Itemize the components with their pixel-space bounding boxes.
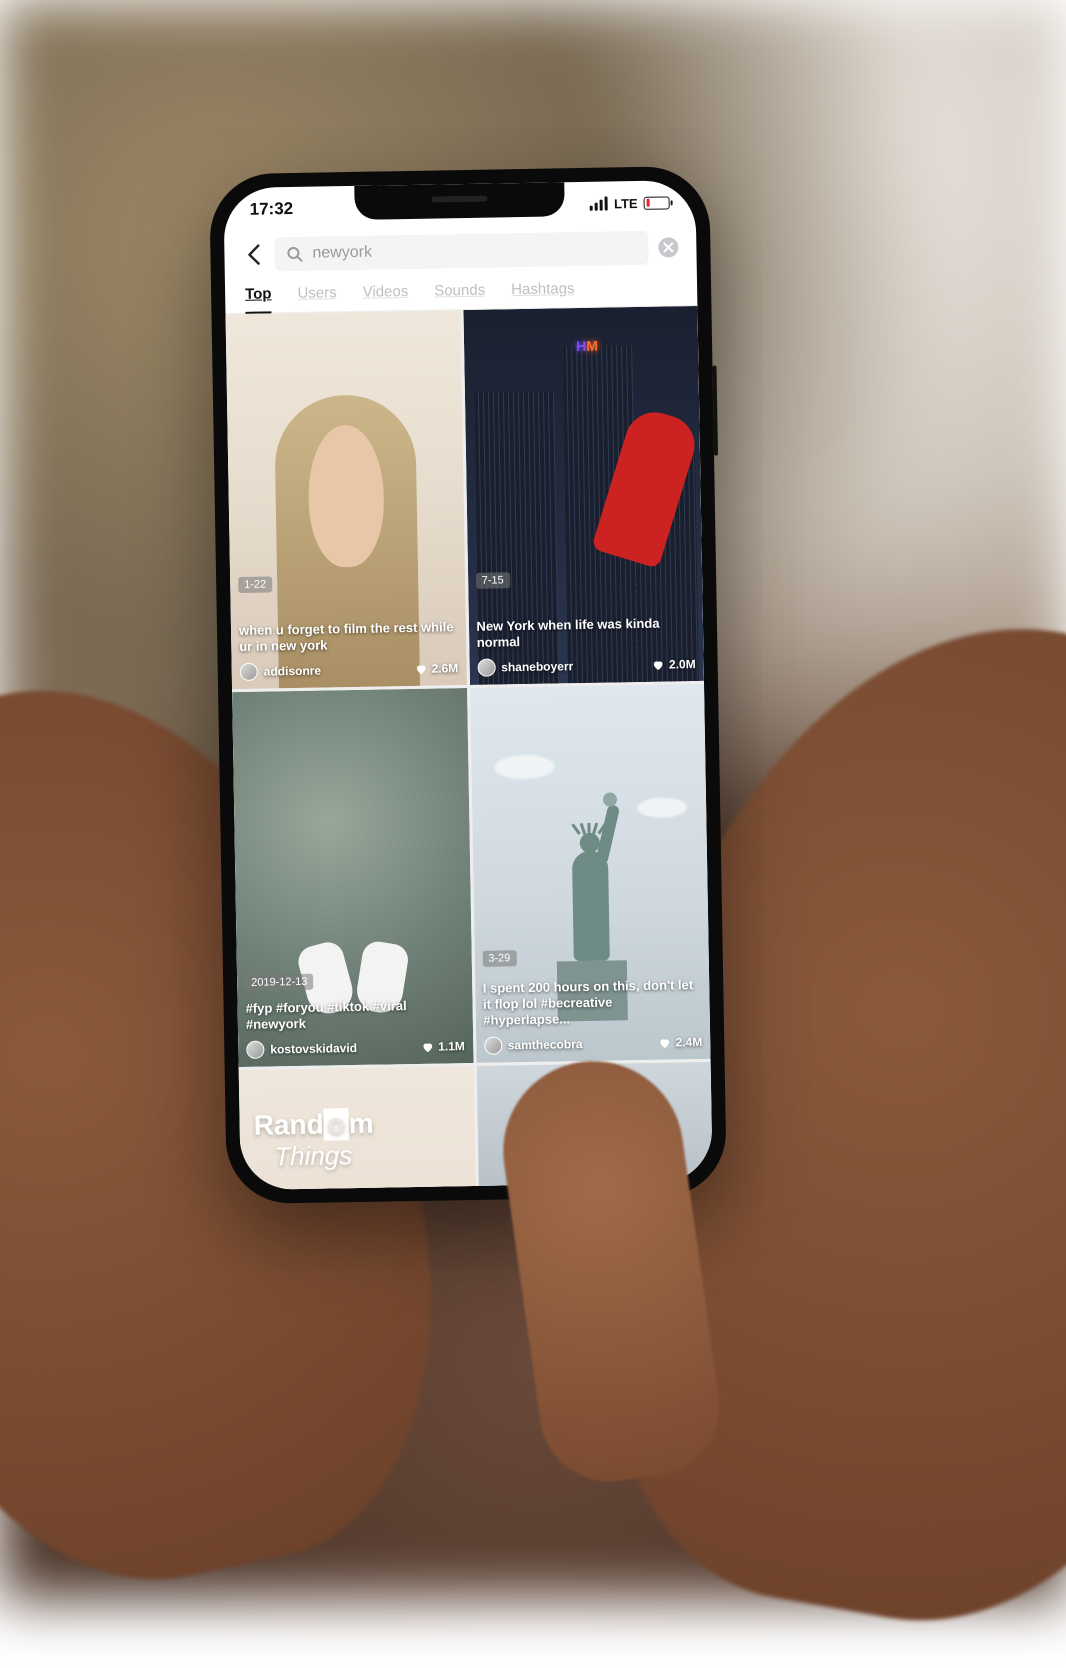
clear-search-button[interactable] <box>658 237 678 257</box>
date-badge: 2019-12-13 <box>245 974 314 991</box>
search-field[interactable] <box>274 231 649 272</box>
like-count: 2.4M <box>658 1035 702 1050</box>
phone-screen: 17:32 LTE Top Users Videos Sounds <box>223 180 712 1190</box>
video-author[interactable]: shaneboyerr <box>477 657 573 677</box>
username: shaneboyerr <box>501 659 573 674</box>
video-author[interactable]: kostovskidavid <box>246 1039 357 1059</box>
status-time: 17:32 <box>249 199 293 220</box>
video-caption: when u forget to film the rest while ur … <box>239 619 458 655</box>
date-badge: 3-29 <box>482 951 516 968</box>
search-row <box>224 224 697 282</box>
video-card[interactable]: 2019-12-13 #fyp #foryou #tiktok #viral #… <box>232 688 473 1067</box>
heart-icon <box>652 658 665 671</box>
heart-icon <box>658 1036 671 1049</box>
back-button[interactable] <box>242 243 264 265</box>
avatar <box>477 659 495 677</box>
username: addisonre <box>264 664 322 679</box>
heart-icon <box>421 1041 434 1054</box>
video-card[interactable]: 1-22 when u forget to film the rest whil… <box>225 310 466 689</box>
like-count: 1.1M <box>421 1039 465 1054</box>
signal-icon <box>590 196 608 210</box>
tab-sounds[interactable]: Sounds <box>434 282 485 310</box>
video-caption: I spent 200 hours on this, don't let it … <box>483 977 702 1030</box>
video-author[interactable]: samthecobra <box>484 1035 583 1055</box>
like-count: 2.6M <box>414 661 458 676</box>
video-caption: #fyp #foryou #tiktok #viral #newyork <box>245 997 464 1033</box>
results-grid[interactable]: 1-22 when u forget to film the rest whil… <box>225 306 712 1190</box>
avatar <box>484 1037 502 1055</box>
video-author[interactable]: addisonre <box>240 662 322 681</box>
tab-users[interactable]: Users <box>297 284 337 312</box>
video-card[interactable]: Random Things <box>239 1066 480 1190</box>
overlay-text: Things <box>274 1140 353 1172</box>
date-badge: 1-22 <box>238 577 272 594</box>
video-card[interactable]: 3-29 I spent 200 hours on this, don't le… <box>470 684 711 1063</box>
phone-notch <box>354 182 565 220</box>
search-input[interactable] <box>312 239 636 263</box>
username: kostovskidavid <box>270 1041 357 1057</box>
date-badge: 7-15 <box>476 572 510 589</box>
tab-top[interactable]: Top <box>245 285 272 312</box>
video-thumbnail: Random Things <box>239 1066 480 1190</box>
tab-videos[interactable]: Videos <box>363 283 409 311</box>
username: samthecobra <box>508 1037 583 1052</box>
battery-icon <box>643 196 669 209</box>
tab-hashtags[interactable]: Hashtags <box>511 280 575 308</box>
heart-icon <box>414 662 427 675</box>
avatar <box>240 663 258 681</box>
status-network: LTE <box>614 195 638 210</box>
avatar <box>246 1041 264 1059</box>
phone-frame: 17:32 LTE Top Users Videos Sounds <box>209 166 727 1205</box>
video-card[interactable]: HM 7-15 New York when life was kinda nor… <box>463 306 704 685</box>
search-icon <box>286 246 302 262</box>
like-count: 2.0M <box>652 657 696 672</box>
video-caption: New York when life was kinda normal <box>476 615 695 651</box>
